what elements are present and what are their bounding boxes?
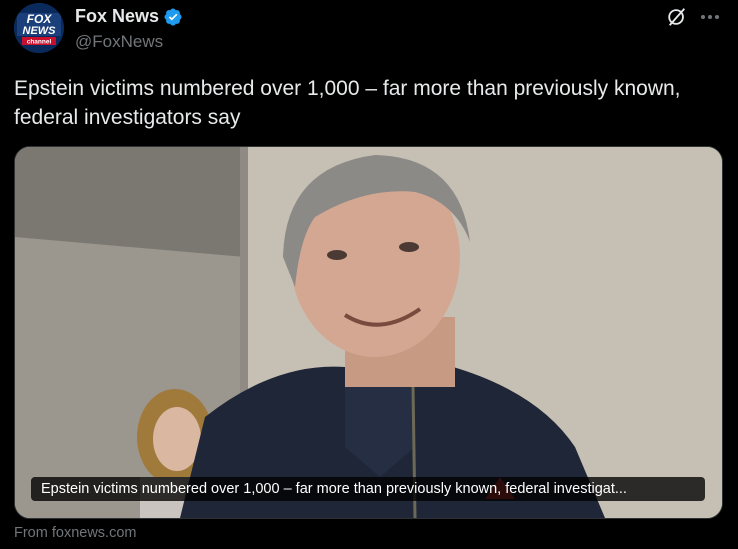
link-card-image[interactable]: Epstein victims numbered over 1,000 – fa… [14,146,723,519]
author-name[interactable]: Fox News [75,6,159,27]
fox-news-logo: FOX NEWS channel [14,3,64,53]
verified-badge-icon [163,7,183,27]
svg-text:NEWS: NEWS [23,25,57,37]
link-card-title: Epstein victims numbered over 1,000 – fa… [31,477,705,501]
avatar[interactable]: FOX NEWS channel [14,3,64,53]
author-name-row[interactable]: Fox News [75,6,183,27]
post-text: Epstein victims numbered over 1,000 – fa… [14,77,681,129]
author-handle[interactable]: @FoxNews [75,32,163,52]
more-icon[interactable] [698,6,722,28]
article-photo [15,147,722,518]
svg-text:FOX: FOX [27,12,53,26]
grok-icon[interactable] [666,6,688,28]
link-source[interactable]: From foxnews.com [14,525,136,541]
svg-text:channel: channel [27,39,52,46]
